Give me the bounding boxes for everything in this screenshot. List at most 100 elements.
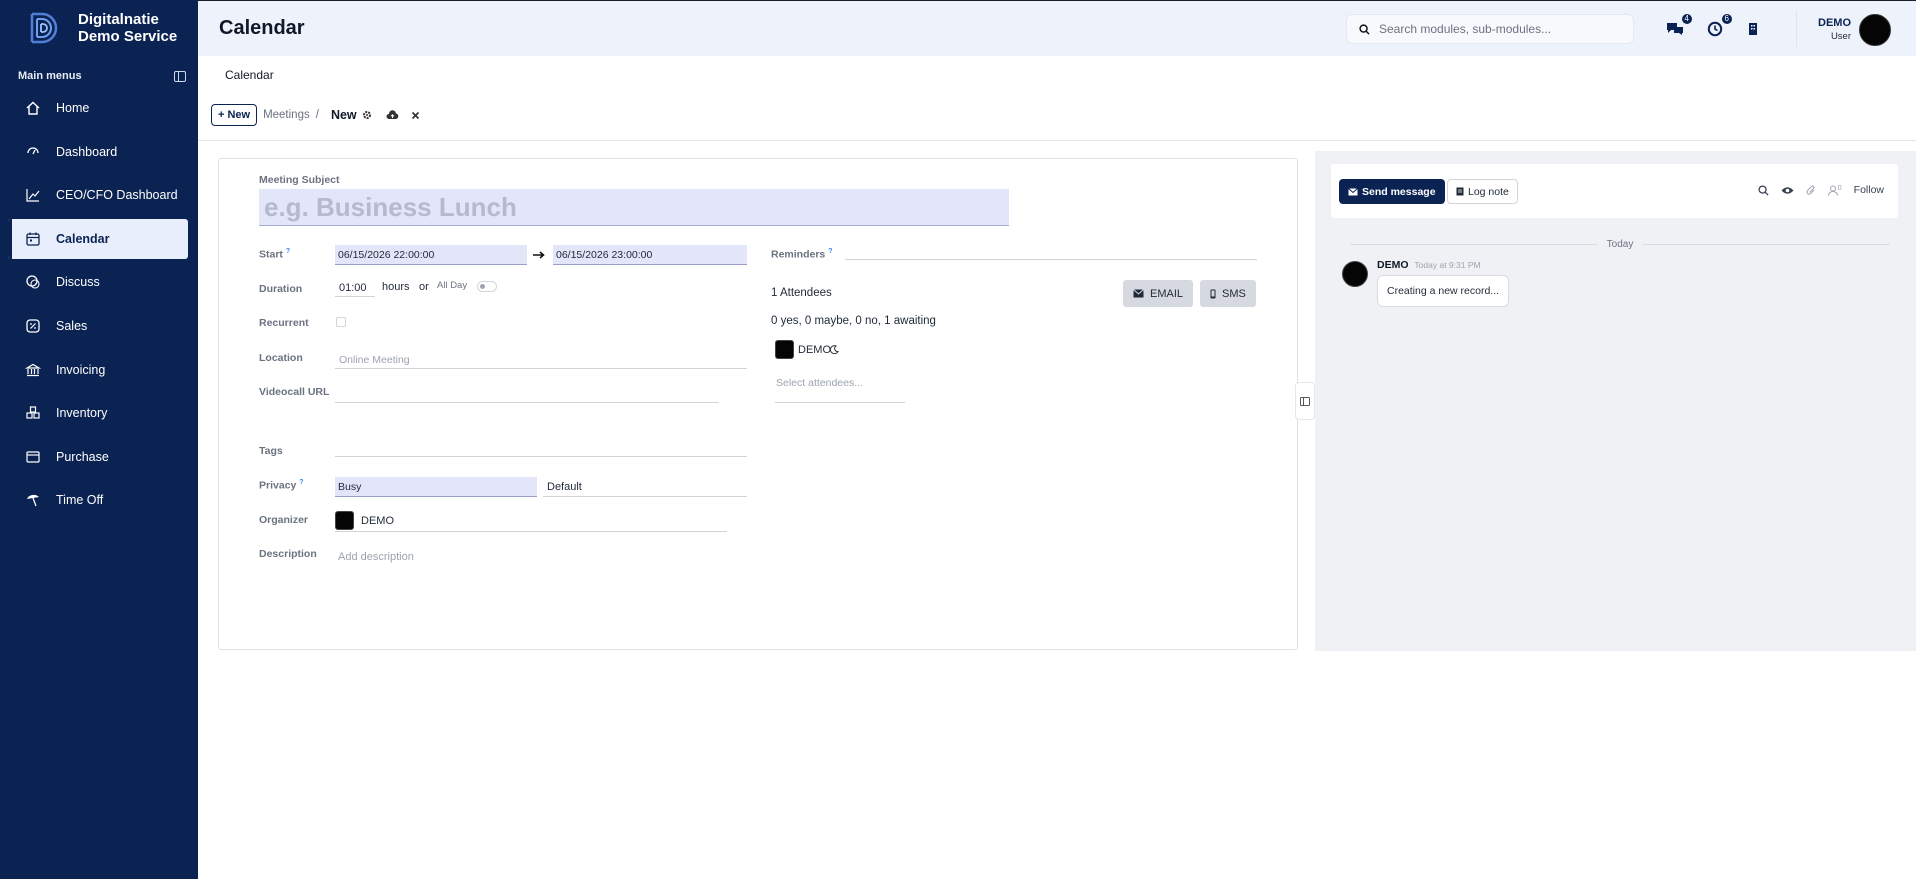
- reminders-input[interactable]: [845, 259, 1257, 260]
- sidebar-item-time-off[interactable]: Time Off: [8, 480, 188, 520]
- videocall-label: Videocall URL: [259, 386, 330, 398]
- sidebar-item-label: Sales: [56, 318, 88, 333]
- select-attendees-underline: [775, 402, 905, 403]
- organizer-value[interactable]: DEMO: [361, 515, 394, 527]
- gear-icon[interactable]: [362, 110, 372, 120]
- allday-toggle[interactable]: [477, 281, 497, 292]
- envelope-icon: [1133, 289, 1144, 298]
- recurrent-label: Recurrent: [259, 317, 309, 329]
- privacy-select[interactable]: Busy: [335, 477, 537, 497]
- location-underline: [335, 368, 747, 369]
- sidebar-item-ceo-cfo-dashboard[interactable]: CEO/CFO Dashboard: [8, 175, 188, 215]
- chart-line-icon: [24, 186, 42, 204]
- select-attendees-input[interactable]: Select attendees...: [776, 377, 863, 389]
- message-header: DEMO Today at 9:31 PM: [1377, 259, 1481, 271]
- inventory-icon: [24, 404, 42, 422]
- duration-input[interactable]: 01:00: [339, 282, 367, 294]
- sidebar-collapse-icon[interactable]: [174, 70, 186, 82]
- help-icon[interactable]: ?: [286, 248, 290, 255]
- chatter-toggle[interactable]: [1295, 382, 1315, 420]
- sms-button-label: SMS: [1222, 287, 1246, 300]
- log-note-button[interactable]: Log note: [1447, 179, 1518, 204]
- user-role: User: [1830, 31, 1851, 42]
- show-as-select[interactable]: Default: [547, 481, 582, 493]
- sidebar-item-dashboard[interactable]: Dashboard: [8, 132, 188, 172]
- organizer-avatar: [335, 511, 354, 530]
- sidebar-item-inventory[interactable]: Inventory: [8, 393, 188, 433]
- activities-button[interactable]: 6: [1704, 14, 1732, 39]
- attendee-name[interactable]: DEMO: [798, 344, 831, 356]
- sidebar-item-calendar[interactable]: Calendar: [8, 218, 188, 259]
- sidebar-item-discuss[interactable]: Discuss: [8, 262, 188, 302]
- help-icon[interactable]: ?: [299, 479, 303, 486]
- send-message-button[interactable]: Send message: [1339, 179, 1445, 204]
- tags-label: Tags: [259, 445, 283, 457]
- sidebar: Digitalnatie Demo Service Main menus Hom…: [0, 0, 198, 879]
- user-menu[interactable]: DEMO User: [1818, 14, 1891, 46]
- plus-icon: +: [218, 109, 225, 121]
- cloud-save-icon[interactable]: [386, 110, 399, 120]
- followers-count: 0: [1837, 184, 1842, 192]
- search-icon: [1359, 23, 1370, 35]
- start-date-field[interactable]: 06/15/2026 22:00:00: [335, 245, 527, 265]
- sidebar-item-invoicing[interactable]: Invoicing: [8, 350, 188, 390]
- search-icon[interactable]: [1758, 184, 1769, 196]
- location-input[interactable]: Online Meeting: [339, 354, 410, 366]
- description-input[interactable]: Add description: [338, 551, 414, 563]
- meeting-form-sheet: Meeting Subject Start ? 06/15/2026 22:00…: [218, 158, 1298, 650]
- location-label: Location: [259, 352, 303, 364]
- date-separator-label: Today: [1606, 239, 1634, 250]
- timeoff-icon: [24, 491, 42, 509]
- messages-badge: 4: [1681, 14, 1692, 24]
- breadcrumb-meetings[interactable]: Meetings: [263, 109, 310, 121]
- followers-button[interactable]: 0: [1827, 184, 1842, 196]
- subject-input[interactable]: [264, 191, 1009, 223]
- email-button[interactable]: EMAIL: [1123, 280, 1194, 307]
- new-button[interactable]: + New: [211, 104, 258, 126]
- user-name: DEMO: [1818, 17, 1851, 29]
- message-avatar[interactable]: [1342, 261, 1368, 287]
- menu-header: Main menus: [18, 70, 186, 82]
- attendee-avatar: [775, 340, 794, 359]
- help-icon[interactable]: ?: [828, 248, 832, 255]
- mobile-icon: [1210, 289, 1216, 298]
- brand[interactable]: Digitalnatie Demo Service: [24, 8, 177, 48]
- sms-button[interactable]: SMS: [1200, 280, 1256, 307]
- show-as-underline: [543, 496, 747, 497]
- attendees-summary: 0 yes, 0 maybe, 0 no, 1 awaiting: [771, 315, 936, 327]
- new-button-label: New: [227, 109, 251, 121]
- main-nav: Home Dashboard CEO/CFO Dashboard Calenda…: [8, 88, 188, 524]
- company-button[interactable]: [1742, 19, 1764, 39]
- duration-underline: [335, 296, 375, 297]
- recurrent-checkbox[interactable]: [336, 317, 346, 327]
- dashboard-icon: [24, 143, 42, 161]
- home-icon: [24, 99, 42, 117]
- top-breadcrumb[interactable]: Calendar: [225, 68, 274, 82]
- search-box[interactable]: [1346, 14, 1634, 44]
- purchase-icon: [24, 448, 42, 466]
- sidebar-item-purchase[interactable]: Purchase: [8, 437, 188, 477]
- search-input[interactable]: [1379, 22, 1609, 36]
- message-author[interactable]: DEMO: [1377, 259, 1409, 271]
- message-body: Creating a new record...: [1377, 275, 1510, 307]
- page-title: Calendar: [219, 17, 305, 39]
- moon-icon: [830, 345, 839, 354]
- avatar[interactable]: [1859, 14, 1891, 46]
- end-date-field[interactable]: 06/15/2026 23:00:00: [553, 245, 747, 265]
- follow-button[interactable]: Follow: [1854, 184, 1884, 196]
- discuss-icon: [24, 273, 42, 291]
- videocall-input[interactable]: [335, 402, 719, 403]
- privacy-label-text: Privacy: [259, 479, 297, 492]
- brand-name: Digitalnatie Demo Service: [78, 11, 177, 45]
- discard-icon[interactable]: [411, 111, 420, 120]
- subject-field[interactable]: [259, 189, 1009, 226]
- sidebar-item-sales[interactable]: Sales: [8, 306, 188, 346]
- allday-label: All Day: [437, 280, 468, 291]
- tags-input[interactable]: [335, 456, 747, 457]
- sidebar-item-label: Discuss: [56, 275, 100, 290]
- sidebar-item-home[interactable]: Home: [8, 88, 188, 128]
- paperclip-icon[interactable]: [1806, 185, 1816, 196]
- eye-icon[interactable]: [1781, 186, 1794, 195]
- email-button-label: EMAIL: [1150, 287, 1184, 300]
- messages-button[interactable]: 4: [1664, 14, 1692, 39]
